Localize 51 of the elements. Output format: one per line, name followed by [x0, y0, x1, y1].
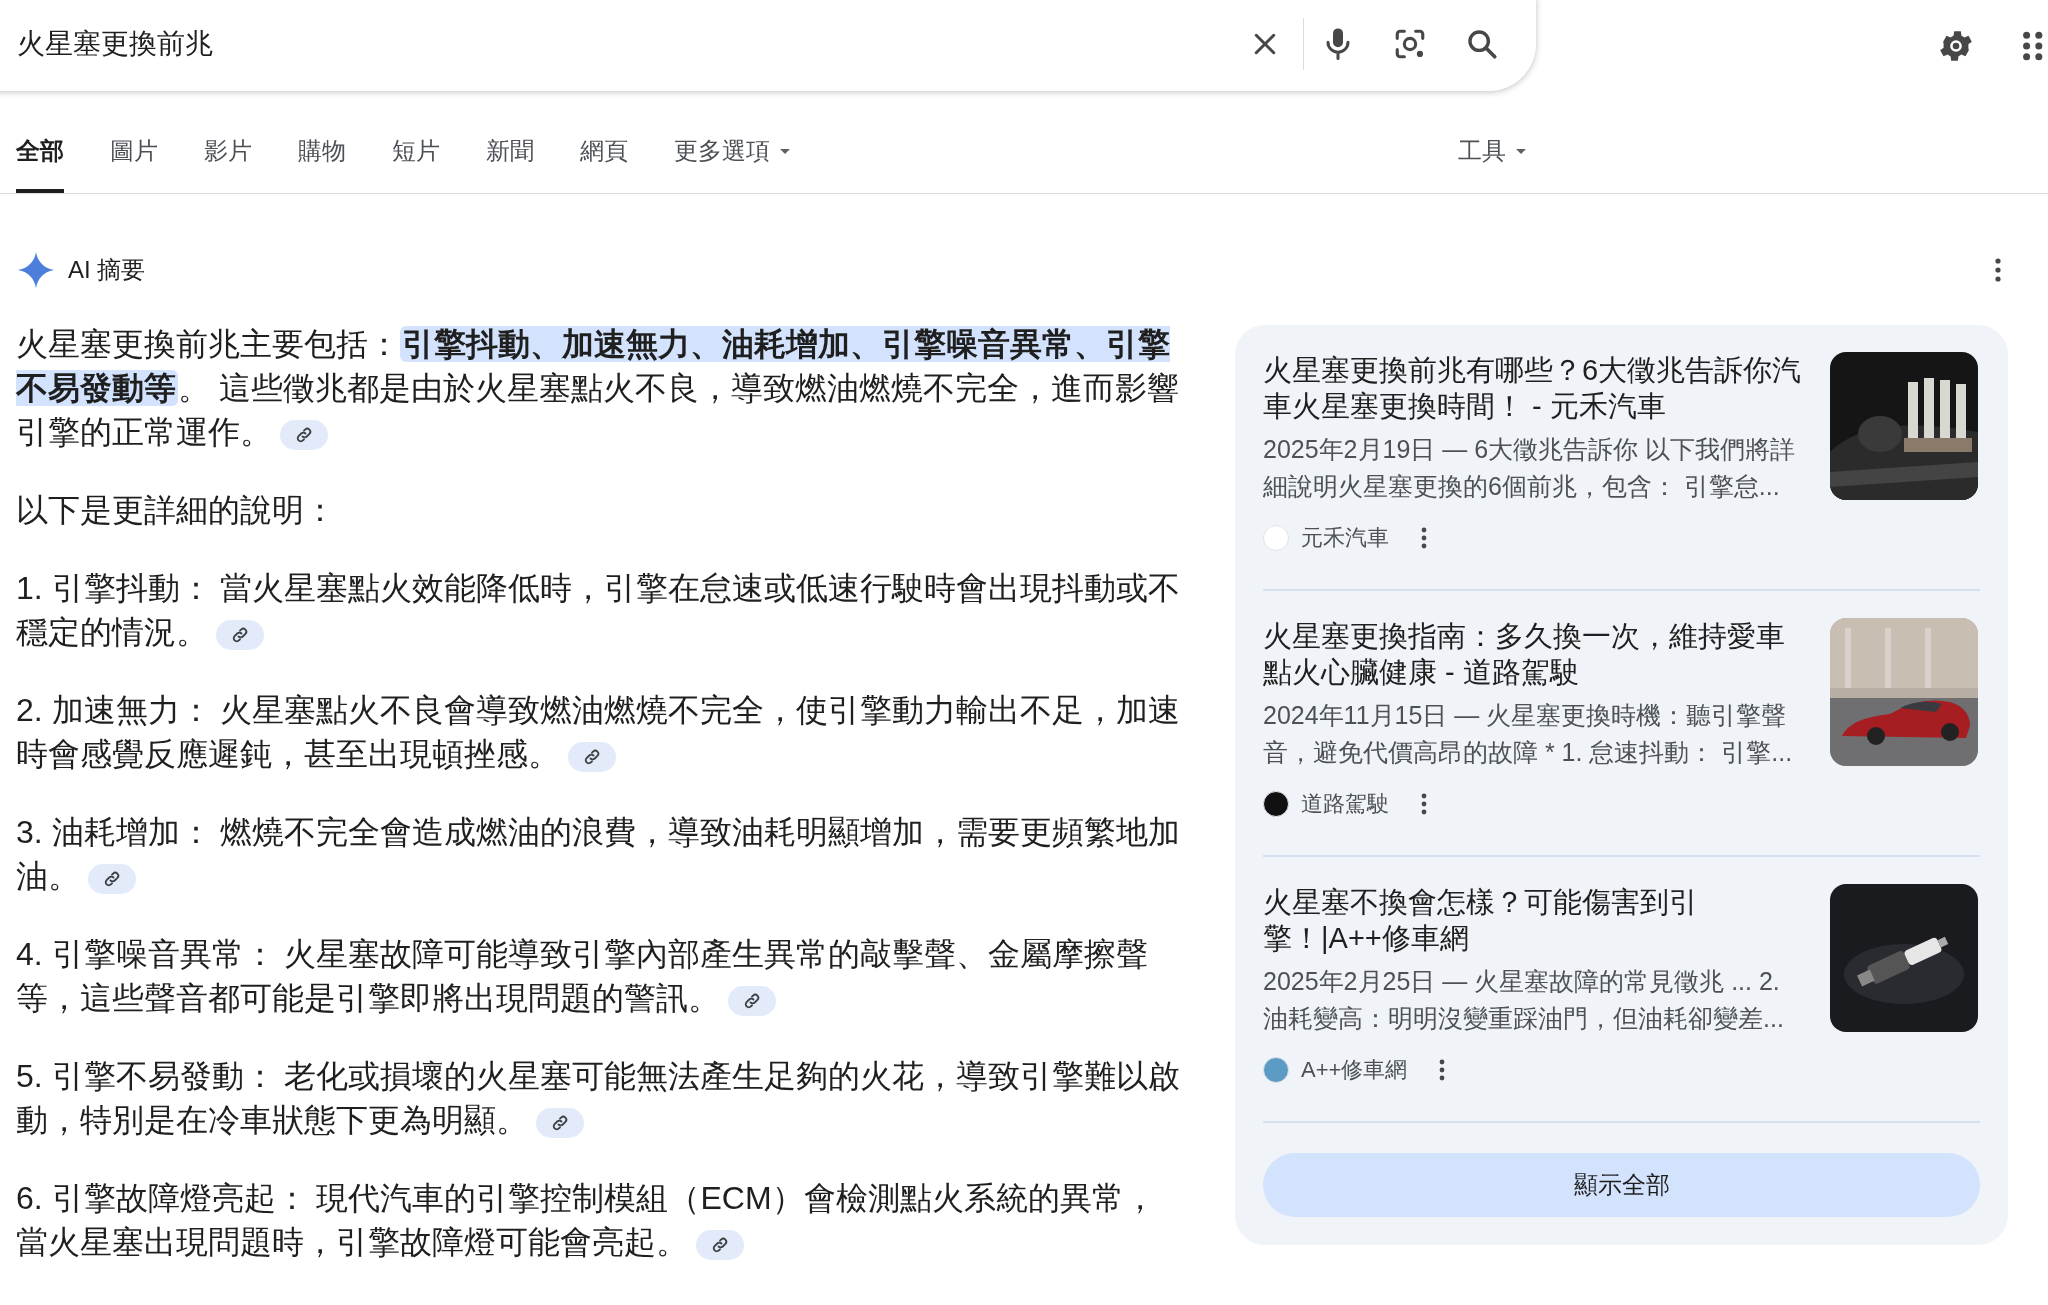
- source-link-button[interactable]: [696, 1229, 744, 1260]
- camera-search-icon[interactable]: [1393, 27, 1427, 61]
- search-bar[interactable]: 火星塞更換前兆: [0, 0, 1536, 91]
- search-tab[interactable]: 影片: [204, 135, 252, 193]
- site-name: 元禾汽車: [1301, 524, 1389, 552]
- source-link-button[interactable]: [568, 741, 616, 772]
- link-icon: [295, 425, 313, 444]
- summary-text: 2. 加速無力： 火星塞點火不良會導致燃油燃燒不完全，使引擎動力輸出不足，加速時會感覺反應遲鈍，甚至出現頓挫感。: [16, 691, 1181, 774]
- result-title-link[interactable]: 火星塞不換會怎樣？可能傷害到引擎！|A++修車網: [1263, 884, 1808, 956]
- more-options-icon[interactable]: [1994, 257, 2002, 283]
- summary-text: 3. 油耗增加： 燃燒不完全會造成燃油的浪費，導致油耗明顯增加，需要更頻繁地加油。: [16, 813, 1181, 896]
- show-all-button[interactable]: 顯示全部: [1263, 1153, 1980, 1217]
- link-icon: [711, 1235, 729, 1254]
- link-icon: [103, 869, 121, 888]
- site-name: A++修車網: [1301, 1056, 1408, 1084]
- source-link-button[interactable]: [536, 1107, 584, 1138]
- source-link-button[interactable]: [88, 863, 136, 894]
- summary-text: 4. 引擎噪音異常： 火星塞故障可能導致引擎內部產生異常的敲擊聲、金屬摩擦聲等，這些聲音都可能是引擎即將出現問題的警訊。: [16, 935, 1150, 1018]
- search-tab[interactable]: 圖片: [110, 135, 158, 193]
- summary-text: 1. 引擎抖動： 當火星塞點火效能降低時，引擎在怠速或低速行駛時會出現抖動或不穩定的情況。: [16, 569, 1181, 652]
- more-options-tab[interactable]: 更多選項: [674, 135, 790, 193]
- summary-text: 以下是更詳細的說明：: [16, 491, 337, 530]
- tools-button[interactable]: 工具: [1458, 135, 1526, 193]
- search-tab[interactable]: 網頁: [580, 135, 628, 193]
- result-title-link[interactable]: 火星塞更換前兆有哪些？6大徵兆告訴你汽車火星塞更換時間！ - 元禾汽車: [1263, 352, 1808, 424]
- search-tab[interactable]: 全部: [16, 135, 64, 193]
- summary-text: 5. 引擎不易發動： 老化或損壞的火星塞可能無法產生足夠的火花，導致引擎難以啟動，特別是在冷車狀態下更為明顯。: [16, 1057, 1181, 1140]
- search-tab[interactable]: 新聞: [486, 135, 534, 193]
- result-snippet: 2024年11月15日 — 火星塞更換時機：聽引擎聲音，避免代價高昂的故障 * 1. 怠速抖動： 引擎...: [1263, 700, 1794, 768]
- search-tab[interactable]: 短片: [392, 135, 440, 193]
- more-options-icon[interactable]: [1439, 1059, 1446, 1081]
- search-query[interactable]: 火星塞更換前兆: [17, 25, 1237, 63]
- summary-text: 6. 引擎故障燈亮起： 現代汽車的引擎控制模組（ECM）會檢測點火系統的異常，當火星塞出現問題時，引擎故障燈可能會亮起。: [16, 1179, 1157, 1262]
- more-options-icon[interactable]: [1421, 527, 1427, 549]
- summary-text: 火星塞更換前兆主要包括：引擎抖動、加速無力、油耗增加、引擎噪音異常、引擎不易發動等。 這些徵兆都是由於火星塞點火不良，導致燃油燃燒不完全，進而影響引擎的正常運作。: [16, 325, 1180, 452]
- search-tab[interactable]: 購物: [298, 135, 346, 193]
- result-title-link[interactable]: 火星塞更換指南：多久換一次，維持愛車點火心臟健康 - 道路駕駛: [1263, 618, 1808, 690]
- link-icon: [551, 1113, 569, 1132]
- link-icon: [231, 625, 249, 644]
- link-icon: [743, 991, 761, 1010]
- source-link-button[interactable]: [728, 985, 776, 1016]
- result-snippet: 2025年2月19日 — 6大徵兆告訴你 以下我們將詳細說明火星塞更換的6個前兆，包含： 引擎怠...: [1263, 434, 1797, 502]
- link-icon: [583, 747, 601, 766]
- search-icon[interactable]: [1465, 27, 1499, 61]
- source-link-button[interactable]: [216, 619, 264, 650]
- source-link-button[interactable]: [280, 419, 328, 450]
- site-name: 道路駕駛: [1301, 790, 1389, 818]
- ai-overview-title: AI 摘要: [68, 255, 146, 285]
- caret-icon: [1516, 148, 1526, 154]
- result-snippet: 2025年2月25日 — 火星塞故障的常見徵兆 ... 2. 油耗變高：明明沒變重踩油門，但油耗卻變差...: [1263, 966, 1785, 1034]
- more-options-icon[interactable]: [1421, 793, 1427, 815]
